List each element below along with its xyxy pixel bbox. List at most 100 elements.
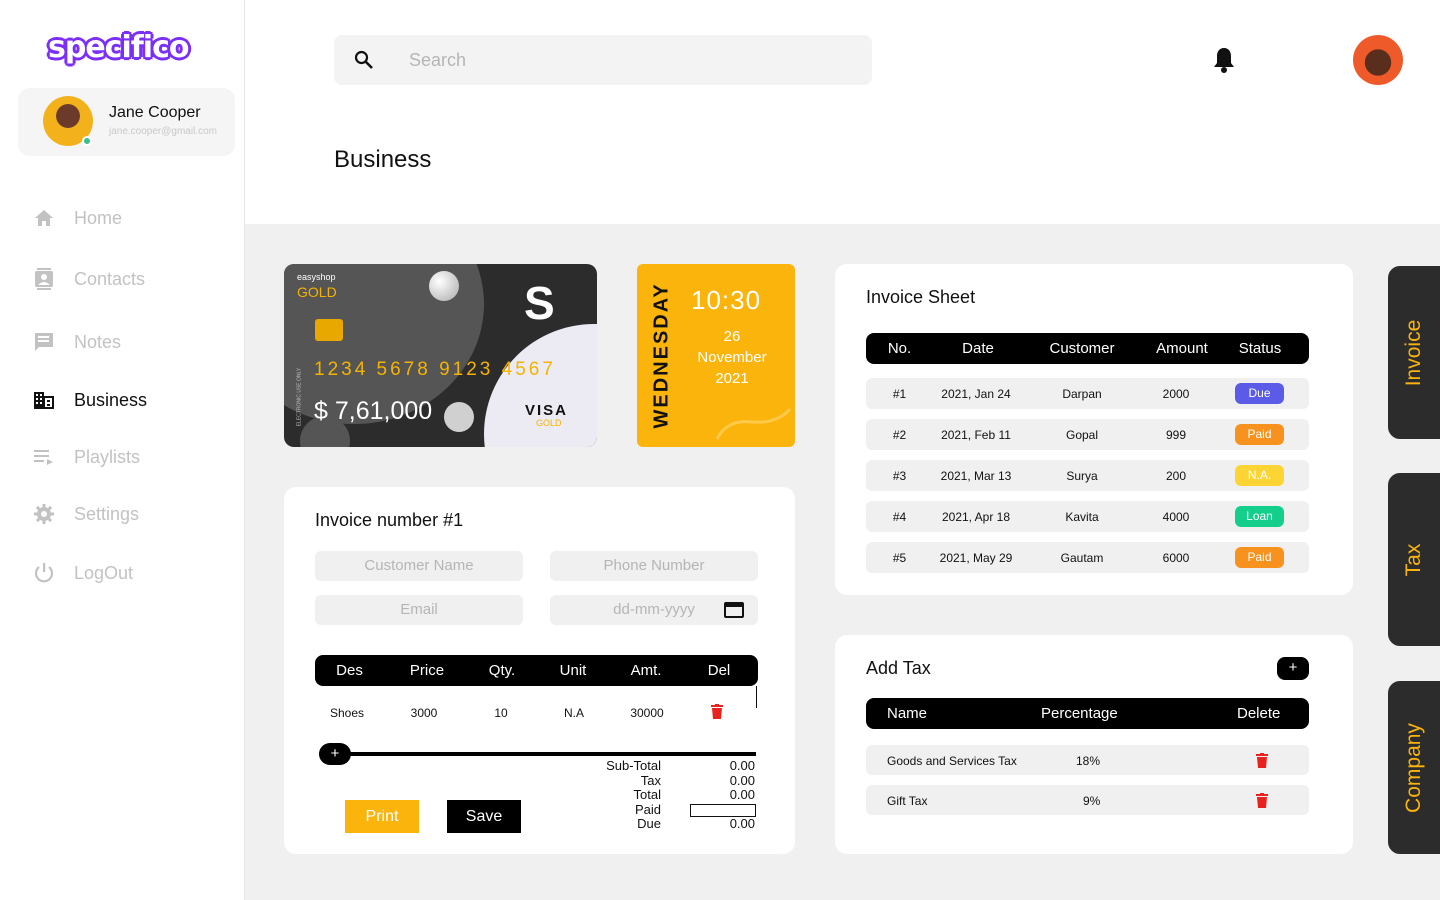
trash-icon[interactable] <box>1256 753 1268 771</box>
trash-icon[interactable] <box>1256 793 1268 811</box>
cell-des: Shoes <box>329 706 365 720</box>
cell-unit: N.A <box>563 706 584 720</box>
cell-no: #3 <box>892 469 907 483</box>
nav-label: Home <box>74 207 123 228</box>
cell-customer: Darpan <box>1062 387 1102 401</box>
due-row: Due 0.00 <box>589 817 759 832</box>
card-decoration <box>444 402 474 432</box>
column-header: Unit <box>559 662 587 679</box>
table-row[interactable]: #1 2021, Jan 24 Darpan 2000 Due <box>866 378 1309 409</box>
column-header: Del <box>707 662 731 679</box>
table-row[interactable]: #3 2021, Mar 13 Surya 200 N.A. <box>866 460 1309 491</box>
nav-item-logout[interactable]: LogOut <box>33 558 133 588</box>
status-badge: Due <box>1235 383 1284 404</box>
cell-customer: Gautam <box>1060 551 1104 565</box>
table-row[interactable]: #5 2021, May 29 Gautam 6000 Paid <box>866 542 1309 573</box>
cell-date: 2021, Jan 24 <box>941 387 1011 401</box>
total-value: 0.00 <box>729 758 755 773</box>
date-month: November <box>697 349 767 366</box>
date-placeholder: dd-mm-yyyy <box>613 601 695 618</box>
tax-table-header: Name Percentage Delete <box>866 698 1309 729</box>
clock-time: 10:30 <box>691 285 762 315</box>
app-logo[interactable]: specifico <box>48 30 189 65</box>
status-badge: Paid <box>1235 424 1284 445</box>
customer-name-field[interactable]: Customer Name <box>315 551 523 581</box>
column-header: Delete <box>1237 705 1281 722</box>
status-badge: N.A. <box>1235 465 1284 486</box>
add-row-button[interactable]: + <box>319 743 351 765</box>
total-value: 0.00 <box>729 787 755 803</box>
table-row[interactable]: #4 2021, Apr 18 Kavita 4000 Loan <box>866 501 1309 532</box>
column-header: Name <box>887 705 928 722</box>
nav-item-playlists[interactable]: Playlists <box>33 442 140 472</box>
paid-row: Paid <box>589 801 759 818</box>
card-number: 1234 5678 9123 4567 <box>314 359 556 380</box>
total-label: Total <box>633 787 661 803</box>
nav-label: Notes <box>74 331 122 352</box>
table-row[interactable]: #2 2021, Feb 11 Gopal 999 Paid <box>866 419 1309 450</box>
nav-label: Contacts <box>74 268 146 289</box>
invoice-sheet-header: No. Date Customer Amount Status <box>866 333 1309 364</box>
trash-icon[interactable] <box>711 704 723 722</box>
table-row: Shoes 3000 10 N.A 30000 <box>315 702 758 722</box>
date-year: 2021 <box>715 370 749 387</box>
column-header: Customer <box>1049 340 1115 357</box>
total-label: Due <box>637 816 661 832</box>
save-button[interactable]: Save <box>447 800 521 833</box>
credit-card[interactable]: easyshop GOLD S ELECTRONIC USE ONLY 1234… <box>284 264 597 447</box>
card-network-tier: GOLD <box>536 418 562 428</box>
cell-date: 2021, May 29 <box>939 551 1013 565</box>
invoice-sheet-panel: Invoice Sheet No. Date Customer Amount S… <box>835 264 1353 595</box>
card-network: VISA <box>525 402 569 419</box>
nav-item-home[interactable]: Home <box>33 203 122 233</box>
search-input[interactable]: Search <box>334 35 872 85</box>
status-badge: Paid <box>1235 547 1284 568</box>
cell-amt: 30000 <box>630 706 664 720</box>
tax-percentage: 9% <box>1083 794 1101 808</box>
tab-tax[interactable]: Tax <box>1388 473 1440 646</box>
total-label: Paid <box>634 801 661 817</box>
card-logo: S <box>524 277 555 329</box>
table-row: Gift Tax 9% <box>866 785 1309 815</box>
tab-company[interactable]: Company <box>1388 681 1440 854</box>
row-slider-track[interactable] <box>334 752 756 756</box>
total-value: 0.00 <box>729 772 755 788</box>
home-icon <box>33 207 55 229</box>
nav-item-contacts[interactable]: Contacts <box>33 264 145 294</box>
cell-no: #5 <box>892 551 907 565</box>
add-tax-button[interactable]: + <box>1277 657 1309 680</box>
date-field[interactable]: dd-mm-yyyy <box>550 595 758 625</box>
paid-input[interactable] <box>690 803 756 817</box>
cell-amount: 999 <box>1165 428 1187 442</box>
nav-item-notes[interactable]: Notes <box>33 327 121 357</box>
cell-customer: Surya <box>1066 469 1098 483</box>
tax-name: Gift Tax <box>887 794 928 808</box>
nav-item-business[interactable]: Business <box>33 385 147 415</box>
gear-icon <box>33 503 55 525</box>
email-field[interactable]: Email <box>315 595 523 625</box>
profile-card[interactable]: Jane Cooper jane.cooper@gmail.com <box>18 88 235 156</box>
items-table-header: Des Price Qty. Unit Amt. Del <box>315 655 758 686</box>
calendar-icon[interactable] <box>724 602 744 618</box>
user-avatar[interactable] <box>1353 35 1403 85</box>
cell-date: 2021, Apr 18 <box>941 510 1011 524</box>
cell-amount: 2000 <box>1162 387 1190 401</box>
card-decoration <box>484 324 597 447</box>
playlist-icon <box>33 446 55 468</box>
bell-icon[interactable] <box>1212 46 1236 79</box>
print-button[interactable]: Print <box>345 800 419 833</box>
nav-label: Settings <box>74 503 140 524</box>
tax-percentage: 18% <box>1076 754 1101 768</box>
invoice-form-panel: Invoice number #1 Customer Name Phone Nu… <box>284 487 795 854</box>
cell-price: 3000 <box>410 706 438 720</box>
column-header: Des <box>336 662 363 679</box>
tab-invoice[interactable]: Invoice <box>1388 266 1440 439</box>
profile-name: Jane Cooper <box>109 104 201 121</box>
cell-date: 2021, Feb 11 <box>941 428 1011 442</box>
search-icon <box>354 50 374 75</box>
phone-number-field[interactable]: Phone Number <box>550 551 758 581</box>
tab-label: Invoice <box>1402 319 1425 386</box>
column-header: Price <box>409 662 445 679</box>
nav-item-settings[interactable]: Settings <box>33 499 139 529</box>
add-tax-panel: Add Tax + Name Percentage Delete Goods a… <box>835 635 1353 854</box>
